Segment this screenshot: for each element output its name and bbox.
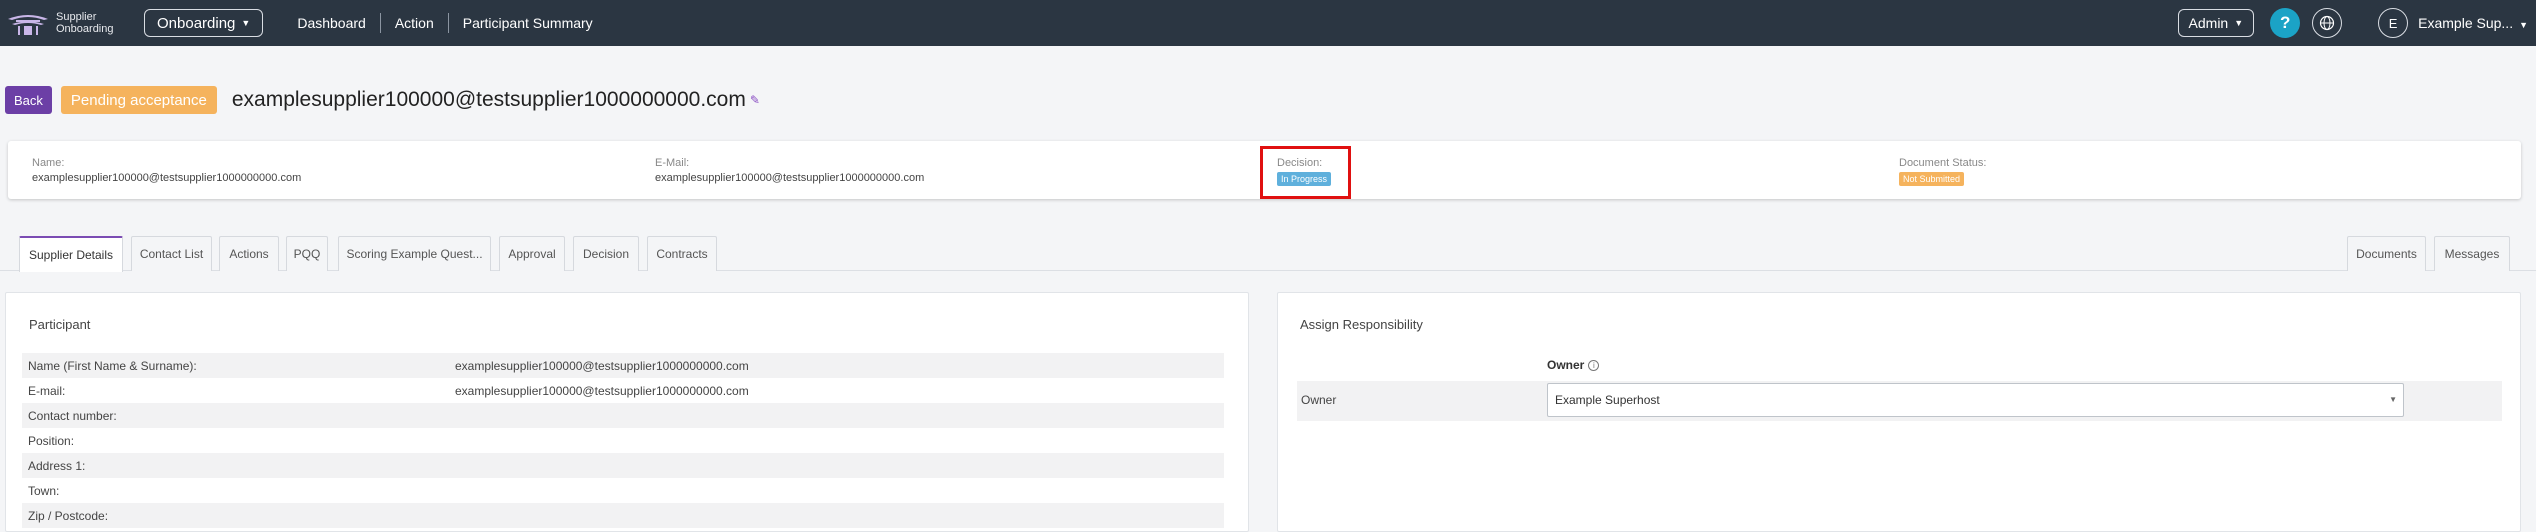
- tab-contracts[interactable]: Contracts: [647, 236, 717, 271]
- caret-down-icon: ▼: [2519, 20, 2528, 30]
- tab-actions[interactable]: Actions: [219, 236, 279, 271]
- detail-tabs: Supplier Details Contact List Actions PQ…: [0, 236, 2536, 272]
- summary-name-label: Name:: [32, 157, 65, 169]
- globe-icon[interactable]: [2312, 8, 2343, 38]
- participant-row-value: examplesupplier100000@testsupplier100000…: [455, 358, 749, 373]
- participant-row: E-mail: examplesupplier100000@testsuppli…: [22, 378, 1224, 403]
- info-icon[interactable]: i: [1588, 359, 1600, 371]
- module-dropdown[interactable]: Onboarding ▼: [144, 9, 264, 37]
- main-nav-links: Dashboard Action Participant Summary: [283, 13, 606, 33]
- owner-select[interactable]: Example Superhost ▼: [1547, 383, 2404, 417]
- participant-row: Zip / Postcode:: [22, 503, 1224, 528]
- participant-panel-title: Participant: [29, 317, 91, 332]
- module-dropdown-label: Onboarding: [157, 14, 236, 32]
- summary-email-value: examplesupplier100000@testsupplier100000…: [655, 172, 925, 184]
- top-navigation-bar: Supplier Onboarding Onboarding ▼ Dashboa…: [0, 0, 2536, 46]
- admin-dropdown-label: Admin: [2188, 15, 2229, 31]
- owner-select-value: Example Superhost: [1555, 393, 1660, 407]
- tab-documents[interactable]: Documents: [2347, 236, 2426, 271]
- participant-row-label: Address 1:: [28, 458, 86, 473]
- summary-email: E-Mail: examplesupplier100000@testsuppli…: [655, 157, 924, 184]
- logo-text: Supplier Onboarding: [56, 11, 114, 35]
- participant-row: Name (First Name & Surname): examplesupp…: [22, 353, 1224, 378]
- participant-row-value: examplesupplier100000@testsupplier100000…: [455, 383, 749, 398]
- status-badge: Pending acceptance: [60, 86, 217, 114]
- pagoda-logo-icon: [8, 15, 48, 35]
- summary-email-label: E-Mail:: [655, 157, 690, 169]
- nav-link-dashboard[interactable]: Dashboard: [283, 15, 380, 31]
- nav-link-action[interactable]: Action: [381, 15, 448, 31]
- participant-row: Town:: [22, 478, 1224, 503]
- participant-row-label: Town:: [28, 483, 60, 498]
- edit-pencil-icon[interactable]: ✎: [750, 93, 760, 107]
- nav-right-controls: Admin ▼ ? E Example Sup... ▼: [2177, 0, 2536, 46]
- user-avatar[interactable]: E: [2378, 8, 2409, 38]
- tab-messages[interactable]: Messages: [2434, 236, 2510, 271]
- summary-name: Name: examplesupplier100000@testsupplier…: [32, 157, 301, 184]
- owner-row: Owner Example Superhost ▼: [1297, 381, 2502, 421]
- participant-row-label: E-mail:: [28, 383, 66, 398]
- document-status-badge: Not Submitted: [1899, 172, 1965, 186]
- tab-contact-list[interactable]: Contact List: [131, 236, 212, 271]
- tab-scoring-example-questionnaire[interactable]: Scoring Example Quest...: [338, 236, 491, 271]
- decision-highlight-box: [1260, 146, 1351, 199]
- page-heading: Back Pending acceptance examplesupplier1…: [5, 86, 760, 114]
- participant-row: Position:: [22, 428, 1224, 453]
- owner-column-header: Owner i: [1547, 358, 1600, 372]
- participant-row-label: Name (First Name & Surname):: [28, 358, 197, 373]
- app-logo[interactable]: Supplier Onboarding: [6, 9, 134, 37]
- tab-pqq[interactable]: PQQ: [286, 236, 328, 271]
- assign-responsibility-title: Assign Responsibility: [1300, 317, 1423, 332]
- tab-supplier-details[interactable]: Supplier Details: [19, 236, 123, 272]
- participant-row-label: Contact number:: [28, 408, 117, 423]
- back-button[interactable]: Back: [5, 86, 52, 114]
- summary-name-value: examplesupplier100000@testsupplier100000…: [32, 172, 302, 184]
- tab-decision[interactable]: Decision: [573, 236, 639, 271]
- nav-link-participant-summary[interactable]: Participant Summary: [449, 15, 607, 31]
- logo-line-1: Supplier: [56, 11, 97, 23]
- participant-row-label: Zip / Postcode:: [28, 508, 109, 523]
- logo-line-2: Onboarding: [56, 23, 114, 35]
- tab-approval[interactable]: Approval: [499, 236, 565, 271]
- summary-document-status: Document Status: Not Submitted: [1899, 157, 1986, 187]
- globe-glyph-icon: [2320, 15, 2335, 31]
- participant-row-label: Position:: [28, 433, 75, 448]
- user-menu[interactable]: Example Sup... ▼: [2418, 15, 2528, 31]
- participant-row: Contact number:: [22, 403, 1224, 428]
- page-title: examplesupplier100000@testsupplier100000…: [231, 88, 746, 111]
- summary-document-label: Document Status:: [1899, 157, 1987, 169]
- admin-dropdown[interactable]: Admin ▼: [2177, 9, 2255, 37]
- caret-down-icon: ▼: [241, 18, 251, 28]
- owner-column-label: Owner: [1547, 358, 1585, 372]
- user-name-label: Example Sup...: [2418, 15, 2514, 31]
- chevron-down-icon: ▼: [2389, 395, 2397, 404]
- caret-down-icon: ▼: [2234, 18, 2244, 28]
- participant-row: Address 1:: [22, 453, 1224, 478]
- help-icon[interactable]: ?: [2270, 8, 2301, 38]
- owner-row-label: Owner: [1301, 393, 1337, 407]
